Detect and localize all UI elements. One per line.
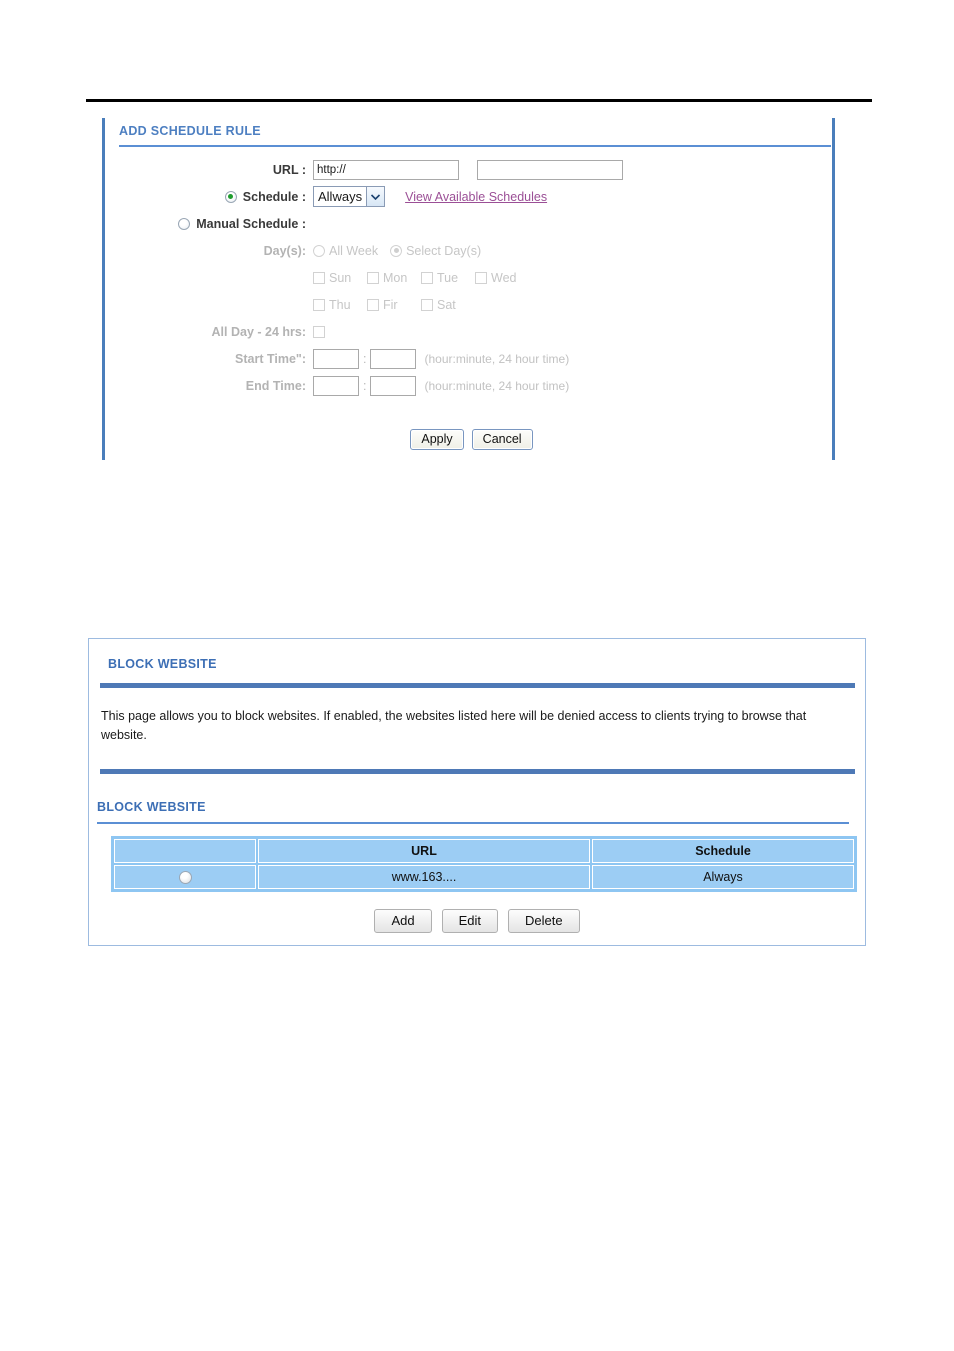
all-week-option[interactable]: All Week bbox=[313, 244, 378, 258]
end-time-row: End Time: : (hour:minute, 24 hour time) bbox=[105, 372, 832, 399]
chevron-down-icon[interactable] bbox=[366, 187, 385, 206]
start-time-label: Start Time": bbox=[235, 351, 306, 366]
manual-schedule-radio[interactable] bbox=[178, 217, 191, 230]
manual-schedule-label: Manual Schedule : bbox=[196, 216, 306, 231]
day-checkbox-tue[interactable]: Tue bbox=[421, 271, 475, 285]
day-checkbox-fir[interactable]: Fir bbox=[367, 298, 421, 312]
checkbox-mon-icon[interactable] bbox=[367, 271, 379, 284]
table-cell-url: www.163.... bbox=[258, 865, 590, 889]
block-website-button-row: Add Edit Delete bbox=[89, 909, 865, 933]
block-website-divider-top bbox=[100, 683, 855, 688]
panel-title-add-schedule-rule: ADD SCHEDULE RULE bbox=[119, 124, 261, 138]
url-input[interactable] bbox=[313, 159, 459, 180]
schedule-select-value: Allways bbox=[318, 189, 363, 204]
day-checkbox-sat[interactable]: Sat bbox=[421, 298, 475, 312]
url-row: URL : bbox=[105, 156, 832, 183]
all-day-label: All Day - 24 hrs: bbox=[211, 324, 306, 339]
all-week-radio[interactable] bbox=[313, 244, 325, 257]
add-schedule-rule-panel: ADD SCHEDULE RULE URL : Schedule : Allwa… bbox=[102, 118, 835, 460]
all-day-row: All Day - 24 hrs: bbox=[105, 318, 832, 345]
start-time-row: Start Time": : (hour:minute, 24 hour tim… bbox=[105, 345, 832, 372]
end-minute-input[interactable] bbox=[370, 375, 417, 396]
schedule-radio-group: Schedule : bbox=[105, 190, 313, 204]
start-time-colon: : bbox=[363, 351, 367, 366]
view-available-schedules-link[interactable]: View Available Schedules bbox=[405, 190, 547, 204]
schedule-radio[interactable] bbox=[224, 190, 237, 203]
day-label-wed: Wed bbox=[491, 270, 517, 285]
start-time-hint: (hour:minute, 24 hour time) bbox=[424, 351, 570, 366]
day-checkboxes-row-2: Thu Fir Sat bbox=[105, 291, 832, 318]
table-header-url: URL bbox=[258, 839, 590, 863]
day-checkbox-sun[interactable]: Sun bbox=[313, 271, 367, 285]
day-checkbox-wed[interactable]: Wed bbox=[475, 271, 529, 285]
select-days-option[interactable]: Select Day(s) bbox=[390, 244, 481, 258]
manual-schedule-radio-group: Manual Schedule : bbox=[105, 217, 313, 231]
checkbox-tue-icon[interactable] bbox=[421, 271, 433, 284]
edit-button[interactable]: Edit bbox=[441, 909, 498, 933]
apply-button[interactable]: Apply bbox=[410, 429, 464, 450]
panel-title-underline bbox=[119, 145, 831, 147]
schedule-form: URL : Schedule : Allways View Available … bbox=[105, 156, 832, 399]
checkbox-thu-icon[interactable] bbox=[313, 298, 325, 311]
day-label-mon: Mon bbox=[383, 270, 408, 285]
select-days-label: Select Day(s) bbox=[406, 243, 482, 258]
table-cell-schedule: Always bbox=[592, 865, 854, 889]
checkbox-fir-icon[interactable] bbox=[367, 298, 379, 311]
day-label-tue: Tue bbox=[437, 270, 459, 285]
table-header-select bbox=[114, 839, 256, 863]
day-checkboxes-row-1: Sun Mon Tue Wed bbox=[105, 264, 832, 291]
schedule-label: Schedule : bbox=[242, 189, 306, 204]
table-header-row: URL Schedule bbox=[114, 839, 854, 863]
cancel-button[interactable]: Cancel bbox=[471, 429, 533, 450]
table-cell-select[interactable] bbox=[114, 865, 256, 889]
end-time-colon: : bbox=[363, 378, 367, 393]
day-checkbox-mon[interactable]: Mon bbox=[367, 271, 421, 285]
block-website-panel: BLOCK WEBSITE This page allows you to bl… bbox=[88, 638, 866, 946]
manual-schedule-row: Manual Schedule : bbox=[105, 210, 832, 237]
schedule-select[interactable]: Allways bbox=[313, 186, 386, 207]
page-top-divider bbox=[86, 99, 872, 102]
block-website-section-underline bbox=[97, 822, 849, 824]
end-time-label: End Time: bbox=[245, 378, 306, 393]
checkbox-wed-icon[interactable] bbox=[475, 271, 487, 284]
block-website-section-title: BLOCK WEBSITE bbox=[97, 800, 206, 814]
checkbox-all-day-icon[interactable] bbox=[313, 325, 325, 338]
delete-button[interactable]: Delete bbox=[507, 909, 580, 933]
row-select-radio[interactable] bbox=[178, 871, 192, 885]
select-days-radio[interactable] bbox=[390, 244, 403, 257]
all-week-label: All Week bbox=[329, 243, 379, 258]
days-label: Day(s): bbox=[263, 243, 306, 258]
url-label: URL : bbox=[272, 162, 306, 177]
table-row[interactable]: www.163.... Always bbox=[114, 865, 854, 889]
day-label-thu: Thu bbox=[329, 297, 351, 312]
schedule-row: Schedule : Allways View Available Schedu… bbox=[105, 183, 832, 210]
start-hour-input[interactable] bbox=[313, 348, 359, 369]
table-header-schedule: Schedule bbox=[592, 839, 854, 863]
block-website-divider-bottom bbox=[100, 769, 855, 774]
end-hour-input[interactable] bbox=[313, 375, 359, 396]
checkbox-sun-icon[interactable] bbox=[313, 271, 325, 284]
day-label-sun: Sun bbox=[329, 270, 352, 285]
block-website-description: This page allows you to block websites. … bbox=[101, 709, 807, 742]
start-minute-input[interactable] bbox=[370, 348, 417, 369]
day-label-fir: Fir bbox=[383, 297, 398, 312]
block-website-title: BLOCK WEBSITE bbox=[108, 657, 217, 671]
block-website-table: URL Schedule www.163.... Always bbox=[111, 836, 857, 892]
end-time-hint: (hour:minute, 24 hour time) bbox=[424, 378, 570, 393]
add-button[interactable]: Add bbox=[374, 909, 432, 933]
day-checkbox-thu[interactable]: Thu bbox=[313, 298, 367, 312]
checkbox-sat-icon[interactable] bbox=[421, 298, 433, 311]
days-row: Day(s): All Week Select Day(s) bbox=[105, 237, 832, 264]
url-secondary-input[interactable] bbox=[477, 159, 623, 180]
day-label-sat: Sat bbox=[437, 297, 456, 312]
schedule-button-row: Apply Cancel bbox=[105, 429, 838, 450]
